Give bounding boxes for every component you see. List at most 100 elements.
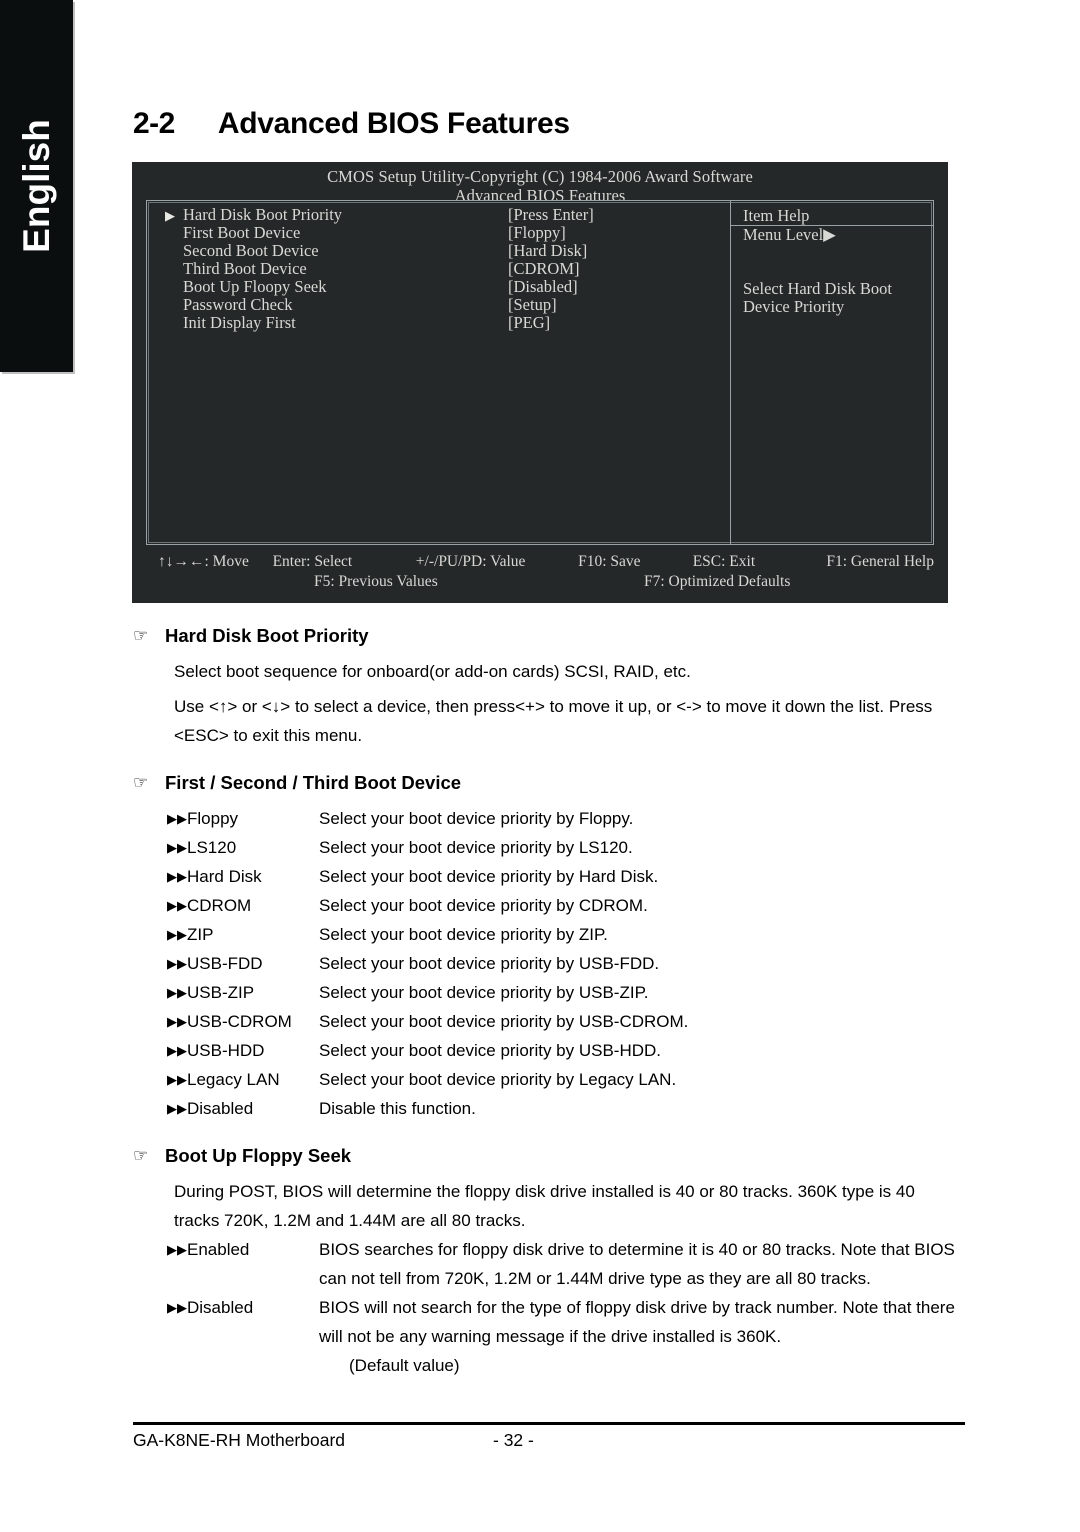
option-description: Select your boot device priority by CDRO… xyxy=(319,896,648,915)
option-name: Floppy xyxy=(187,809,239,828)
list-item: ▶▶ CDROM Select your boot device priorit… xyxy=(167,891,965,920)
bios-option-value[interactable]: [Setup] xyxy=(508,296,557,314)
double-arrow-icon: ▶▶ xyxy=(167,1043,187,1058)
section-title: Advanced BIOS Features xyxy=(217,107,570,140)
bios-option-row[interactable]: Init Display First [PEG] xyxy=(147,314,730,332)
bios-option-row[interactable]: Password Check [Setup] xyxy=(147,296,730,314)
bios-options-column: ▶ Hard Disk Boot Priority [Press Enter] … xyxy=(147,201,731,544)
paragraph: Select boot sequence for onboard(or add-… xyxy=(174,662,691,681)
pointing-hand-icon: ☞ xyxy=(133,773,149,792)
key-enter-select: Enter: Select xyxy=(272,553,353,570)
bios-option-row[interactable]: First Boot Device [Floppy] xyxy=(147,224,730,242)
language-tab: English xyxy=(0,0,73,372)
document-body: ☞ Hard Disk Boot Priority Select boot se… xyxy=(133,625,965,1380)
option-name: USB-FDD xyxy=(187,954,263,973)
option-name: USB-HDD xyxy=(187,1041,265,1060)
subsection-heading-boot-device: ☞ First / Second / Third Boot Device xyxy=(133,772,965,794)
key-f10-save: F10: Save xyxy=(578,553,641,570)
key-f7-optimized-defaults: F7: Optimized Defaults xyxy=(644,573,791,590)
list-item: ▶▶ Enabled BIOS searches for floppy disk… xyxy=(167,1235,965,1293)
option-description: Select your boot device priority by USB-… xyxy=(319,983,649,1002)
option-name: Disabled xyxy=(187,1298,254,1317)
double-arrow-icon: ▶▶ xyxy=(167,1242,187,1257)
page-title: 2-2 Advanced BIOS Features xyxy=(133,107,570,141)
menu-level-label: Menu Level▶ xyxy=(743,225,836,244)
bios-option-label: Second Boot Device xyxy=(183,241,319,260)
list-item: ▶▶ Disabled BIOS will not search for the… xyxy=(167,1293,965,1351)
list-item: ▶▶ USB-HDD Select your boot device prior… xyxy=(167,1036,965,1065)
bios-option-label: First Boot Device xyxy=(183,223,301,242)
bios-option-value[interactable]: [Disabled] xyxy=(508,278,578,296)
pointing-hand-icon: ☞ xyxy=(133,626,149,645)
list-item: ▶▶ LS120 Select your boot device priorit… xyxy=(167,833,965,862)
option-description: Select your boot device priority by Hard… xyxy=(319,867,659,886)
option-description: BIOS will not search for the type of flo… xyxy=(319,1298,955,1346)
help-spacer xyxy=(731,244,933,262)
option-description: Select your boot device priority by USB-… xyxy=(319,954,660,973)
option-description: Select your boot device priority by USB-… xyxy=(319,1012,689,1031)
option-name: Legacy LAN xyxy=(187,1070,280,1089)
subsection-title: Boot Up Floppy Seek xyxy=(165,1145,352,1166)
bios-option-label: Init Display First xyxy=(183,313,296,332)
list-item: ▶▶ USB-FDD Select your boot device prior… xyxy=(167,949,965,978)
double-arrow-icon: ▶▶ xyxy=(167,927,187,942)
option-name: Disabled xyxy=(187,1099,254,1118)
bios-option-value[interactable]: [Hard Disk] xyxy=(508,242,587,260)
subsection-title: Hard Disk Boot Priority xyxy=(165,625,369,646)
item-help-header: Item Help xyxy=(731,206,933,226)
list-item: ▶▶ Legacy LAN Select your boot device pr… xyxy=(167,1065,965,1094)
option-name: LS120 xyxy=(187,838,237,857)
option-description: BIOS searches for floppy disk drive to d… xyxy=(319,1240,955,1288)
bios-content-panel: ▶ Hard Disk Boot Priority [Press Enter] … xyxy=(146,200,934,545)
bios-option-value[interactable]: [Floppy] xyxy=(508,224,566,242)
double-arrow-icon: ▶▶ xyxy=(167,869,187,884)
double-arrow-icon: ▶▶ xyxy=(167,898,187,913)
option-list: ▶▶ Floppy Select your boot device priori… xyxy=(167,804,965,1123)
bios-item-help-column: Item Help Menu Level▶ Select Hard Disk B… xyxy=(731,201,933,544)
list-item: ▶▶ ZIP Select your boot device priority … xyxy=(167,920,965,949)
subsection-title: First / Second / Third Boot Device xyxy=(165,772,462,793)
bios-setup-screen: CMOS Setup Utility-Copyright (C) 1984-20… xyxy=(132,162,948,603)
key-f1-general-help: F1: General Help xyxy=(826,553,934,570)
item-help-text-line-1: Select Hard Disk Boot xyxy=(743,279,892,298)
key-esc-exit: ESC: Exit xyxy=(692,553,756,570)
bios-option-row[interactable]: ▶ Hard Disk Boot Priority [Press Enter] xyxy=(147,206,730,224)
footer-page-number: - 32 - xyxy=(493,1430,534,1450)
option-description: Select your boot device priority by LS12… xyxy=(319,838,633,857)
bios-option-row[interactable]: Second Boot Device [Hard Disk] xyxy=(147,242,730,260)
double-arrow-icon: ▶▶ xyxy=(167,811,187,826)
paragraph: Use <↑> or <↓> to select a device, then … xyxy=(174,697,933,745)
option-name: Hard Disk xyxy=(187,867,262,886)
subsection-heading-hard-disk-boot-priority: ☞ Hard Disk Boot Priority xyxy=(133,625,965,647)
double-arrow-icon: ▶▶ xyxy=(167,1014,187,1029)
double-arrow-icon: ▶▶ xyxy=(167,956,187,971)
bios-option-value[interactable]: [Press Enter] xyxy=(508,206,594,224)
option-list: ▶▶ Enabled BIOS searches for floppy disk… xyxy=(167,1235,965,1380)
bios-option-row[interactable]: Boot Up Floopy Seek [Disabled] xyxy=(147,278,730,296)
option-description: Select your boot device priority by USB-… xyxy=(319,1041,662,1060)
footer-divider xyxy=(133,1422,965,1425)
option-description: Select your boot device priority by Lega… xyxy=(319,1070,677,1089)
option-name: CDROM xyxy=(187,896,252,915)
bios-copyright-title: CMOS Setup Utility-Copyright (C) 1984-20… xyxy=(327,167,753,186)
double-arrow-icon: ▶▶ xyxy=(167,1101,187,1116)
bios-option-row[interactable]: Third Boot Device [CDROM] xyxy=(147,260,730,278)
bios-option-label: Hard Disk Boot Priority xyxy=(183,205,343,224)
list-item: ▶▶ USB-ZIP Select your boot device prior… xyxy=(167,978,965,1007)
subsection-heading-boot-up-floppy-seek: ☞ Boot Up Floppy Seek xyxy=(133,1145,965,1167)
pointing-hand-icon: ☞ xyxy=(133,1146,149,1165)
list-item: ▶▶ Floppy Select your boot device priori… xyxy=(167,804,965,833)
double-arrow-icon: ▶▶ xyxy=(167,840,187,855)
bios-key-legend: ↑↓→←: Move Enter: Select +/-/PU/PD: Valu… xyxy=(146,551,934,593)
option-default-value-note: (Default value) xyxy=(349,1356,460,1375)
list-item: ▶▶ Disabled Disable this function. xyxy=(167,1094,965,1123)
double-arrow-icon: ▶▶ xyxy=(167,1072,187,1087)
bios-option-value[interactable]: [PEG] xyxy=(508,314,550,332)
double-arrow-icon: ▶▶ xyxy=(167,1300,187,1315)
bios-option-value[interactable]: [CDROM] xyxy=(508,260,580,278)
footer-product-name: GA-K8NE-RH Motherboard xyxy=(133,1430,346,1450)
option-description: Select your boot device priority by ZIP. xyxy=(319,925,608,944)
bios-option-label: Boot Up Floopy Seek xyxy=(183,277,327,296)
bios-option-label: Password Check xyxy=(183,295,293,314)
submenu-arrow-icon: ▶ xyxy=(165,208,175,223)
